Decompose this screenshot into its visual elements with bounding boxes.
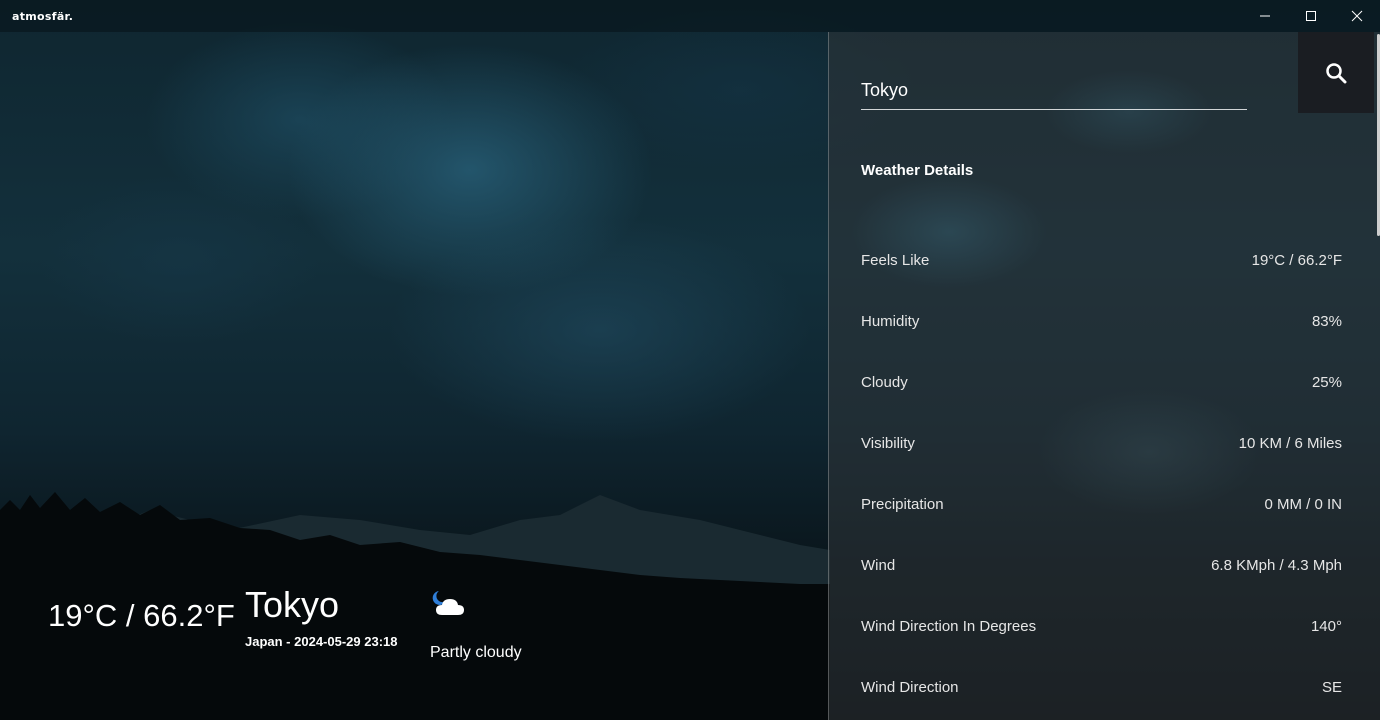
condition-text: Partly cloudy	[430, 644, 522, 661]
detail-label: Wind Direction In Degrees	[861, 618, 1037, 635]
detail-label: Wind	[861, 557, 896, 574]
detail-value: 0 MM / 0 IN	[1264, 496, 1342, 513]
maximize-button[interactable]	[1288, 0, 1334, 32]
detail-row: Wind Direction In Degrees 140°	[861, 596, 1342, 657]
search-button[interactable]	[1298, 32, 1374, 113]
scrollbar[interactable]	[1375, 32, 1380, 720]
detail-label: Visibility	[861, 435, 915, 452]
detail-row: Visibility 10 KM / 6 Miles	[861, 413, 1342, 474]
search-bar	[861, 72, 1247, 110]
detail-value: 10 KM / 6 Miles	[1238, 435, 1342, 452]
detail-value: 83%	[1311, 313, 1342, 330]
details-title: Weather Details	[861, 162, 974, 179]
window-controls	[1242, 0, 1380, 32]
minimize-icon	[1260, 15, 1270, 17]
detail-label: Precipitation	[861, 496, 944, 513]
detail-row: Precipitation 0 MM / 0 IN	[861, 474, 1342, 535]
partly-cloudy-night-icon	[432, 591, 464, 615]
close-button[interactable]	[1334, 0, 1380, 32]
detail-value: 19°C / 66.2°F	[1251, 252, 1342, 269]
detail-value: 6.8 KMph / 4.3 Mph	[1211, 557, 1342, 574]
detail-value: 140°	[1310, 618, 1342, 635]
minimize-button[interactable]	[1242, 0, 1288, 32]
current-temperature: 19°C / 66.2°F	[48, 598, 235, 633]
search-icon	[1326, 62, 1347, 83]
city-name: Tokyo	[245, 584, 340, 625]
detail-value: 25%	[1311, 374, 1342, 391]
search-input[interactable]	[861, 72, 1247, 110]
condition-block: Partly cloudy	[430, 587, 540, 662]
location-block: Tokyo Japan - 2024-05-29 23:18	[245, 584, 398, 650]
app-title: atmosfär.	[12, 9, 74, 23]
detail-row: Wind 6.8 KMph / 4.3 Mph	[861, 535, 1342, 596]
detail-label: Wind Direction	[861, 679, 959, 696]
detail-row: Feels Like 19°C / 66.2°F	[861, 230, 1342, 291]
detail-row: Cloudy 25%	[861, 352, 1342, 413]
details-list: Feels Like 19°C / 66.2°F Humidity 83% Clou…	[861, 230, 1342, 718]
detail-row: Wind Direction SE	[861, 657, 1342, 718]
close-icon	[1351, 10, 1363, 22]
location-datetime: Japan - 2024-05-29 23:18	[245, 634, 398, 649]
title-bar: atmosfär.	[0, 0, 1380, 32]
maximize-icon	[1306, 11, 1316, 21]
detail-row: Humidity 83%	[861, 291, 1342, 352]
detail-label: Cloudy	[861, 374, 908, 391]
detail-label: Feels Like	[861, 252, 930, 269]
detail-label: Humidity	[861, 313, 920, 330]
details-panel: Weather Details Feels Like 19°C / 66.2°F …	[828, 32, 1380, 720]
detail-value: SE	[1321, 679, 1342, 696]
